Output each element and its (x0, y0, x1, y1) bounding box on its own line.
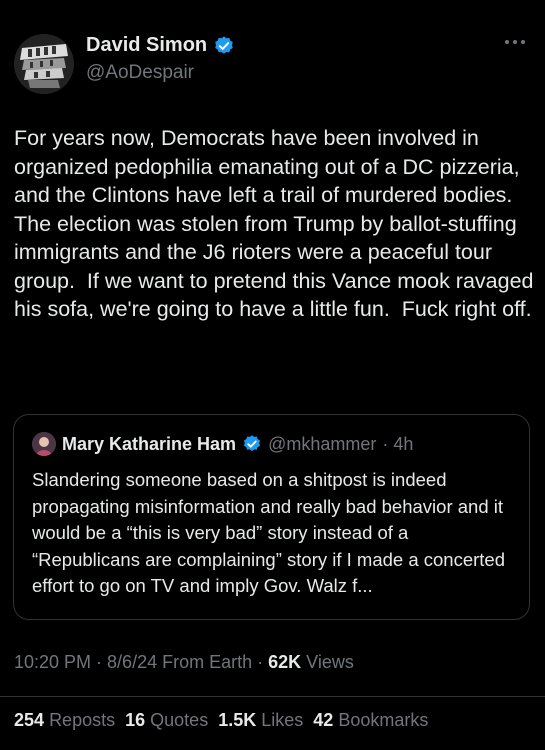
quoted-post[interactable]: Mary Katharine Ham @mkhammer · 4h Slande… (13, 414, 530, 620)
quoted-post-time: · 4h (382, 433, 414, 454)
likes-count: 1.5K (218, 710, 257, 730)
post-text: For years now, Democrats have been invol… (14, 126, 540, 321)
quoted-author-name: Mary Katharine Ham (62, 433, 237, 454)
engagement-stats: 254 Reposts 16 Quotes 1.5K Likes 42 Book… (14, 710, 428, 731)
quoted-avatar (32, 432, 56, 456)
author-row: David Simon (86, 34, 235, 57)
post-timestamp[interactable]: 10:20 PM · 8/6/24 From Earth · (14, 652, 268, 672)
quoted-avatar-image (32, 432, 56, 456)
reposts-label: Reposts (49, 710, 116, 730)
divider (0, 696, 545, 697)
more-options-icon[interactable] (501, 34, 529, 50)
post-meta: 10:20 PM · 8/6/24 From Earth · 62K Views (14, 652, 354, 673)
quotes-label: Quotes (150, 710, 209, 730)
bookmarks-count: 42 (313, 710, 334, 730)
quotes-count: 16 (125, 710, 146, 730)
author-name[interactable]: David Simon (86, 34, 207, 57)
likes-stat[interactable]: 1.5K Likes (218, 710, 303, 731)
quotes-stat[interactable]: 16 Quotes (125, 710, 208, 731)
quoted-author-handle: @mkhammer (268, 433, 377, 454)
reposts-stat[interactable]: 254 Reposts (14, 710, 115, 731)
author-handle[interactable]: @AoDespair (86, 62, 194, 84)
likes-label: Likes (261, 710, 304, 730)
quoted-verified-badge-icon (244, 435, 261, 452)
views-label: Views (306, 652, 354, 672)
avatar-image (14, 34, 74, 94)
quoted-post-header: Mary Katharine Ham @mkhammer · 4h (32, 432, 413, 456)
avatar[interactable] (14, 34, 74, 94)
quoted-post-text: Slandering someone based on a shitpost i… (32, 469, 506, 596)
bookmarks-stat[interactable]: 42 Bookmarks (313, 710, 428, 731)
reposts-count: 254 (14, 710, 45, 730)
bookmarks-label: Bookmarks (338, 710, 429, 730)
views-count: 62K (268, 652, 302, 672)
verified-badge-icon[interactable] (213, 35, 235, 57)
